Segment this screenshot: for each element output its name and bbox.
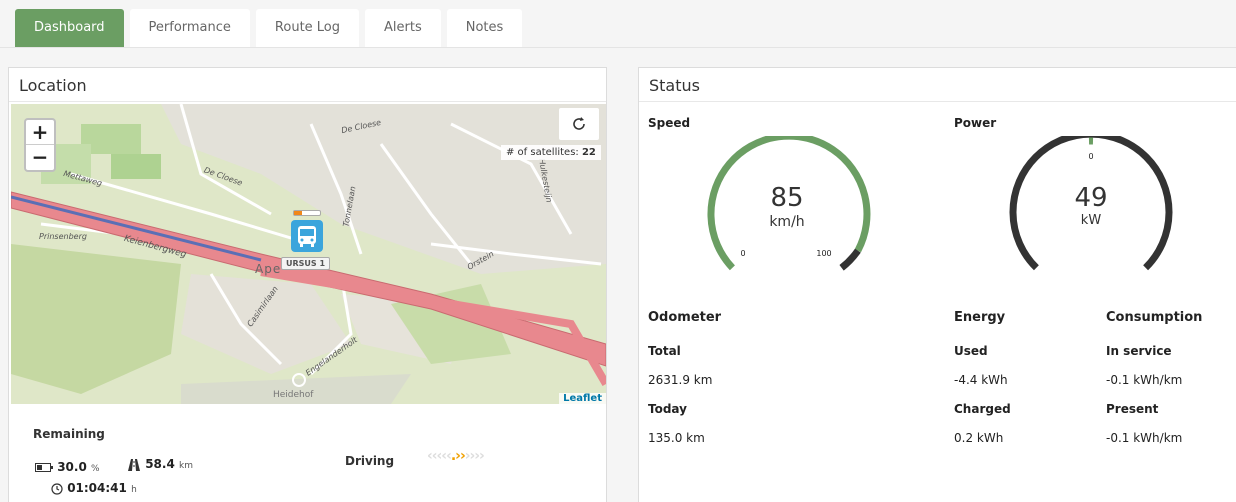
street-label: Prinsenberg (39, 232, 87, 241)
bus-icon (291, 220, 323, 252)
satellites-label: # of satellites: (506, 147, 579, 158)
battery-remaining: 30.0 % (35, 460, 100, 474)
power-value: 49 (1074, 183, 1107, 213)
time-value: 01:04:41 (67, 481, 127, 495)
power-unit: kW (1081, 213, 1102, 228)
odometer-heading: Odometer (648, 310, 722, 325)
time-unit: h (131, 485, 137, 495)
tab-performance[interactable]: Performance (129, 9, 250, 47)
clock-icon (51, 482, 63, 495)
consumption-heading: Consumption (1106, 310, 1203, 325)
used-label: Used (954, 344, 988, 358)
zoom-control: + − (24, 118, 56, 172)
status-panel: Status Speed Power 85 km/h 0 100 0 49 kW… (638, 67, 1236, 502)
tab-alerts[interactable]: Alerts (365, 9, 441, 47)
used-value: -4.4 kWh (954, 373, 1008, 387)
battery-icon (35, 463, 53, 472)
road-icon (128, 458, 140, 471)
refresh-button[interactable] (559, 108, 599, 140)
town-label: Ape (255, 262, 282, 276)
zoom-out-button[interactable]: − (26, 145, 54, 170)
location-panel: Location De Cloese Mettaweg Keienbergweg… (8, 67, 607, 502)
speed-label: Speed (648, 116, 691, 130)
map[interactable]: De Cloese Mettaweg Keienbergweg Prinsenb… (11, 104, 606, 404)
tab-route-log[interactable]: Route Log (255, 9, 360, 47)
attribution-link[interactable]: Leaflet (559, 393, 606, 404)
in-service-label: In service (1106, 344, 1172, 358)
present-label: Present (1106, 402, 1159, 416)
total-value: 2631.9 km (648, 373, 713, 387)
power-label: Power (954, 116, 997, 130)
place-label: Heidehof (273, 390, 314, 400)
in-service-value: -0.1 kWh/km (1106, 373, 1183, 387)
battery-value: 30.0 (57, 460, 87, 474)
satellite-count: # of satellites: 22 (501, 145, 601, 160)
speed-max: 100 (816, 249, 831, 258)
energy-heading: Energy (954, 310, 1006, 325)
battery-level-bar (293, 210, 321, 216)
tab-notes[interactable]: Notes (446, 9, 523, 47)
drive-state: Driving (345, 454, 395, 468)
speed-unit: km/h (769, 214, 804, 230)
charged-value: 0.2 kWh (954, 431, 1004, 445)
vehicle-label: URSUS 1 (281, 257, 331, 270)
speed-gauge: 85 km/h 0 100 (707, 136, 871, 271)
zoom-in-button[interactable]: + (26, 120, 54, 145)
drive-direction-indicator: ‹‹‹‹‹.›››››› (427, 448, 485, 464)
present-value: -0.1 kWh/km (1106, 431, 1183, 445)
today-value: 135.0 km (648, 431, 705, 445)
power-gauge: 0 49 kW (1009, 136, 1173, 271)
time-remaining: 01:04:41 h (51, 481, 137, 495)
range-unit: km (178, 461, 193, 471)
location-title: Location (9, 68, 606, 102)
satellites-value: 22 (581, 147, 596, 158)
speed-value: 85 (770, 183, 803, 213)
remaining-title: Remaining (33, 427, 105, 441)
refresh-icon (573, 117, 585, 130)
speed-min: 0 (740, 249, 745, 258)
tab-bar: Dashboard Performance Route Log Alerts N… (15, 9, 528, 47)
charged-label: Charged (954, 402, 1011, 416)
tab-dashboard[interactable]: Dashboard (15, 9, 124, 47)
tab-divider (0, 47, 1236, 48)
today-label: Today (648, 402, 687, 416)
range-remaining: 58.4 km (127, 457, 193, 471)
range-value: 58.4 (145, 457, 175, 471)
power-zero: 0 (1088, 152, 1093, 161)
total-label: Total (648, 344, 681, 358)
battery-unit: % (90, 464, 100, 474)
vehicle-marker[interactable] (291, 210, 331, 254)
status-title: Status (639, 68, 1236, 102)
